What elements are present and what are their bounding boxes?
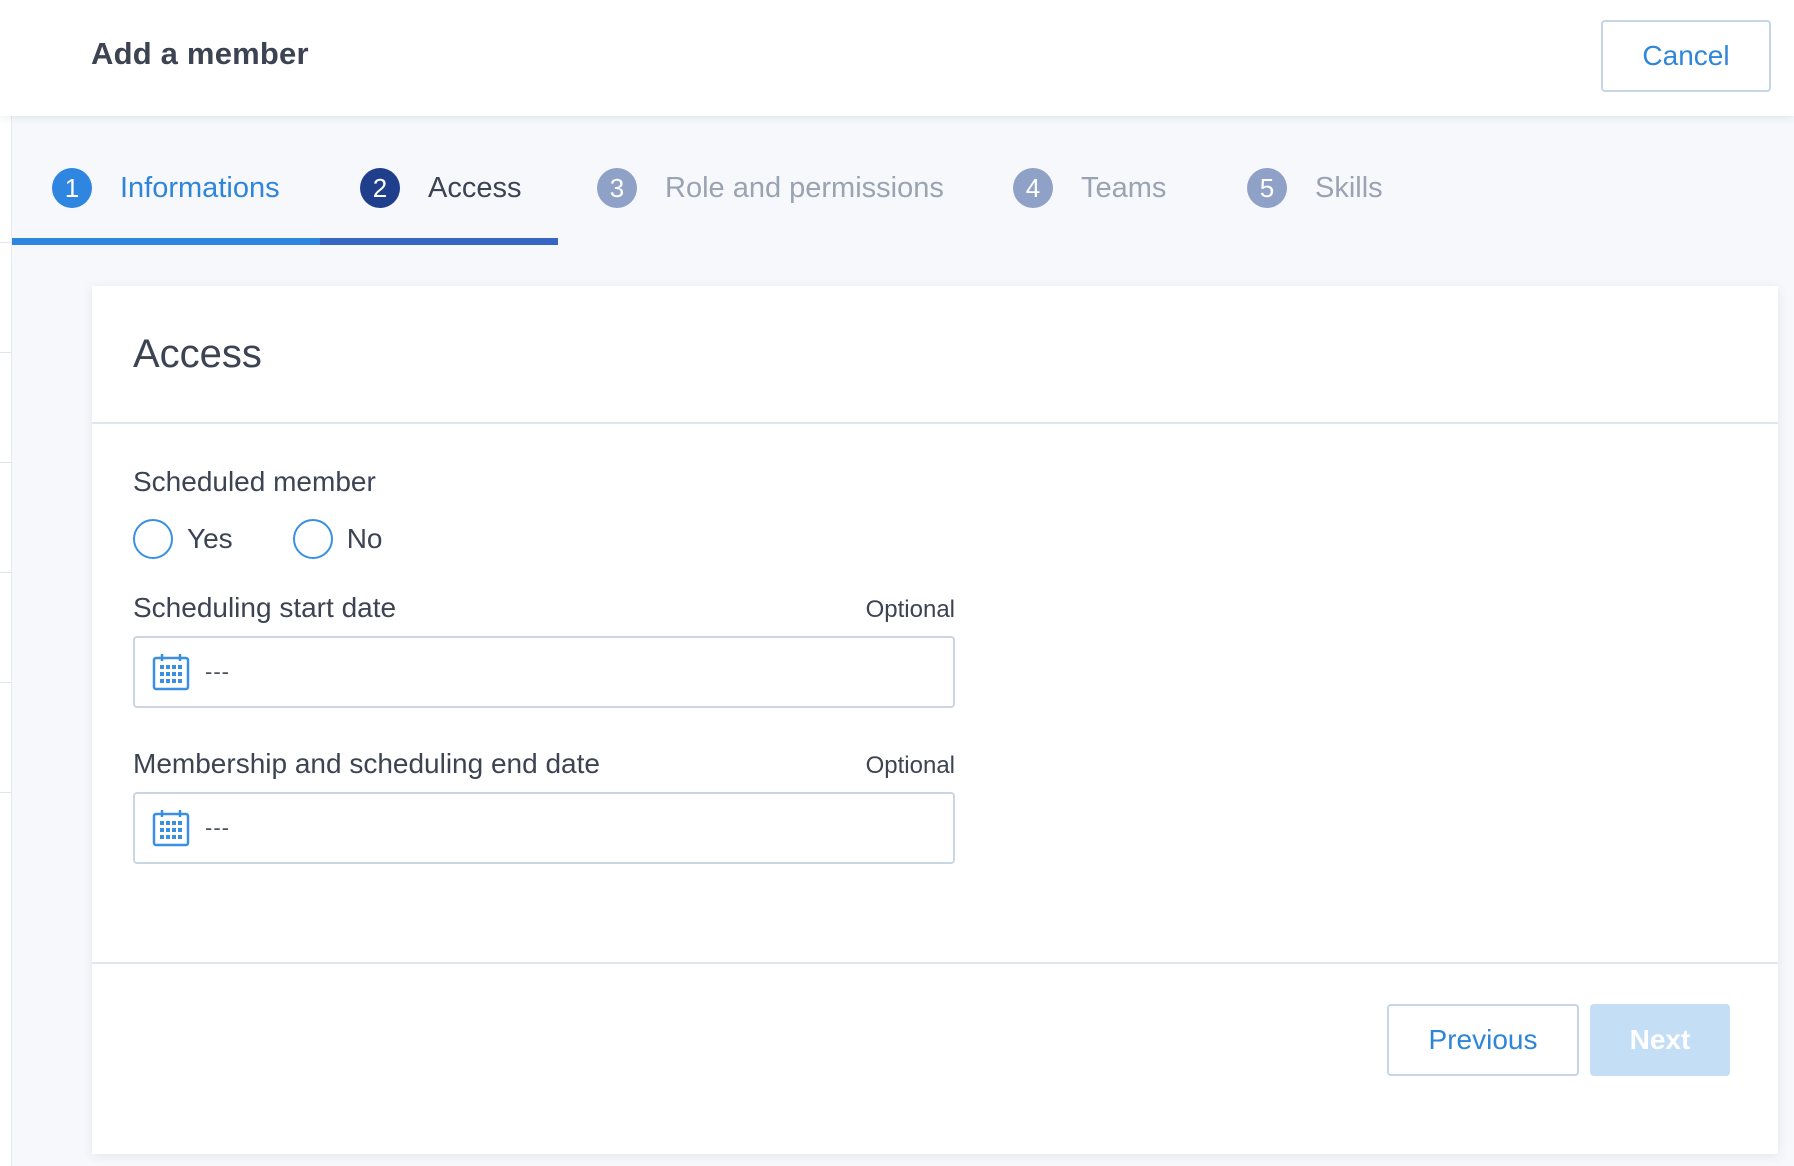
next-button[interactable]: Next — [1590, 1004, 1730, 1076]
radio-yes[interactable]: Yes — [133, 519, 233, 559]
left-edge-panel — [0, 116, 12, 1166]
end-date-input[interactable]: --- — [133, 792, 955, 864]
divider — [0, 242, 12, 243]
step-skills[interactable]: 5 Skills — [1247, 166, 1383, 210]
step-number: 4 — [1013, 168, 1053, 208]
step-label: Skills — [1315, 171, 1383, 204]
step-access[interactable]: 2 Access — [360, 166, 521, 210]
scheduled-member-label: Scheduled member — [133, 466, 376, 497]
step-label: Teams — [1081, 171, 1167, 204]
scheduled-member-radio-group: Yes No — [133, 518, 442, 560]
start-date-input[interactable]: --- — [133, 636, 955, 708]
calendar-icon — [152, 654, 190, 691]
step-progress-current — [320, 238, 558, 245]
optional-label: Optional — [865, 596, 955, 623]
radio-circle-icon[interactable] — [292, 519, 333, 559]
step-label: Role and permissions — [665, 171, 944, 204]
divider — [0, 462, 12, 463]
divider — [0, 682, 12, 683]
access-form-card: Access Scheduled member Yes No Schedulin… — [92, 286, 1778, 1154]
step-label: Access — [428, 171, 522, 204]
wizard-stepper: 1 Informations 2 Access 3 Role and permi… — [12, 116, 1794, 246]
divider — [0, 572, 12, 573]
main-content: 1 Informations 2 Access 3 Role and permi… — [12, 116, 1794, 1166]
step-number: 1 — [52, 168, 92, 208]
radio-label: Yes — [187, 523, 233, 554]
step-number: 2 — [360, 168, 400, 208]
start-date-value: --- — [205, 659, 230, 684]
cancel-button[interactable]: Cancel — [1601, 20, 1771, 92]
section-title: Access — [133, 332, 262, 376]
step-number: 3 — [597, 168, 637, 208]
step-progress-completed — [12, 238, 320, 245]
step-label: Informations — [120, 171, 280, 204]
end-date-value: --- — [205, 815, 230, 840]
step-teams[interactable]: 4 Teams — [1013, 166, 1166, 210]
modal-header: Add a member Cancel — [0, 0, 1794, 116]
optional-label: Optional — [865, 752, 955, 779]
divider — [92, 422, 1778, 424]
start-date-label: Scheduling start date — [133, 592, 397, 623]
radio-label: No — [346, 523, 383, 554]
divider — [0, 792, 12, 793]
radio-circle-icon[interactable] — [133, 519, 173, 559]
page-title: Add a member — [91, 36, 309, 71]
end-date-label: Membership and scheduling end date — [133, 748, 600, 779]
previous-button[interactable]: Previous — [1387, 1004, 1579, 1076]
step-informations[interactable]: 1 Informations — [52, 166, 280, 210]
step-number: 5 — [1247, 168, 1287, 208]
calendar-icon — [152, 810, 190, 847]
divider — [92, 962, 1778, 964]
step-role-and-permissions[interactable]: 3 Role and permissions — [597, 166, 944, 210]
radio-no[interactable]: No — [292, 519, 383, 559]
divider — [0, 352, 12, 353]
